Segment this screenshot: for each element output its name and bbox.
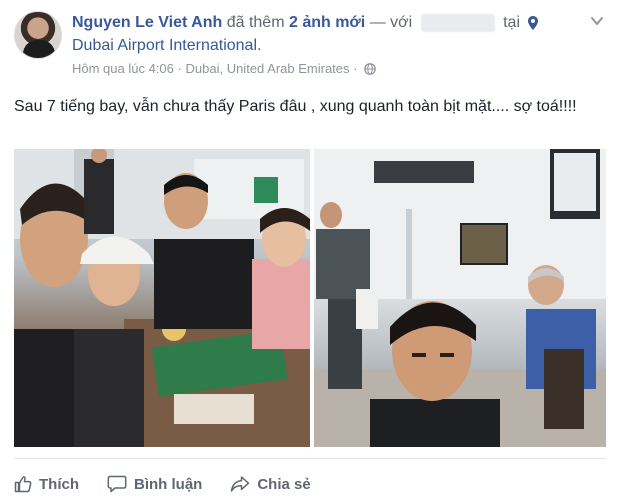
comment-button[interactable]: Bình luận — [107, 475, 202, 493]
post-photo-2[interactable] — [314, 149, 606, 447]
post-header-place: Dubai Airport International. — [72, 35, 261, 57]
comment-bubble-icon — [107, 475, 127, 493]
photo-1-illustration — [14, 149, 310, 447]
action-text: đã thêm — [226, 14, 285, 31]
tagged-friend-redacted[interactable] — [420, 13, 495, 32]
at-text: tại — [503, 14, 521, 31]
like-button[interactable]: Thích — [14, 475, 79, 493]
location-pin-icon — [528, 15, 539, 30]
share-label: Chia sẻ — [257, 475, 311, 493]
avatar-figure — [23, 40, 55, 58]
photo-2-illustration — [314, 149, 606, 447]
meta-separator: · — [177, 61, 182, 76]
globe-icon[interactable] — [364, 63, 376, 75]
share-arrow-icon — [231, 476, 250, 492]
comment-label: Bình luận — [134, 475, 203, 493]
share-button[interactable]: Chia sẻ — [230, 475, 311, 493]
post-header: Nguyen Le Viet Anh đã thêm 2 ảnh mới — v… — [72, 12, 572, 34]
place-link[interactable]: Dubai Airport International. — [72, 37, 261, 54]
author-avatar[interactable] — [14, 11, 62, 59]
post-timestamp-link[interactable]: Hôm qua lúc 4:06 — [72, 61, 174, 76]
facebook-post: Nguyen Le Viet Anh đã thêm 2 ảnh mới — v… — [0, 0, 620, 503]
post-actions-bar: Thích Bình luận Chia sẻ — [14, 470, 339, 498]
post-meta: Hôm qua lúc 4:06 · Dubai, United Arab Em… — [72, 60, 376, 78]
post-body-text: Sau 7 tiếng bay, vẫn chưa thấy Paris đâu… — [14, 98, 577, 115]
post-photo-1[interactable] — [14, 149, 310, 447]
location-link[interactable]: Dubai, United Arab Emirates — [186, 61, 350, 76]
like-label: Thích — [39, 475, 79, 493]
author-name-link[interactable]: Nguyen Le Viet Anh — [72, 14, 222, 31]
actions-divider — [14, 458, 606, 459]
thumbs-up-icon — [14, 476, 32, 493]
with-text: — với — [369, 14, 413, 31]
photos-link[interactable]: 2 ảnh mới — [289, 14, 365, 31]
meta-separator: · — [353, 61, 358, 76]
chevron-down-icon[interactable] — [590, 14, 604, 28]
